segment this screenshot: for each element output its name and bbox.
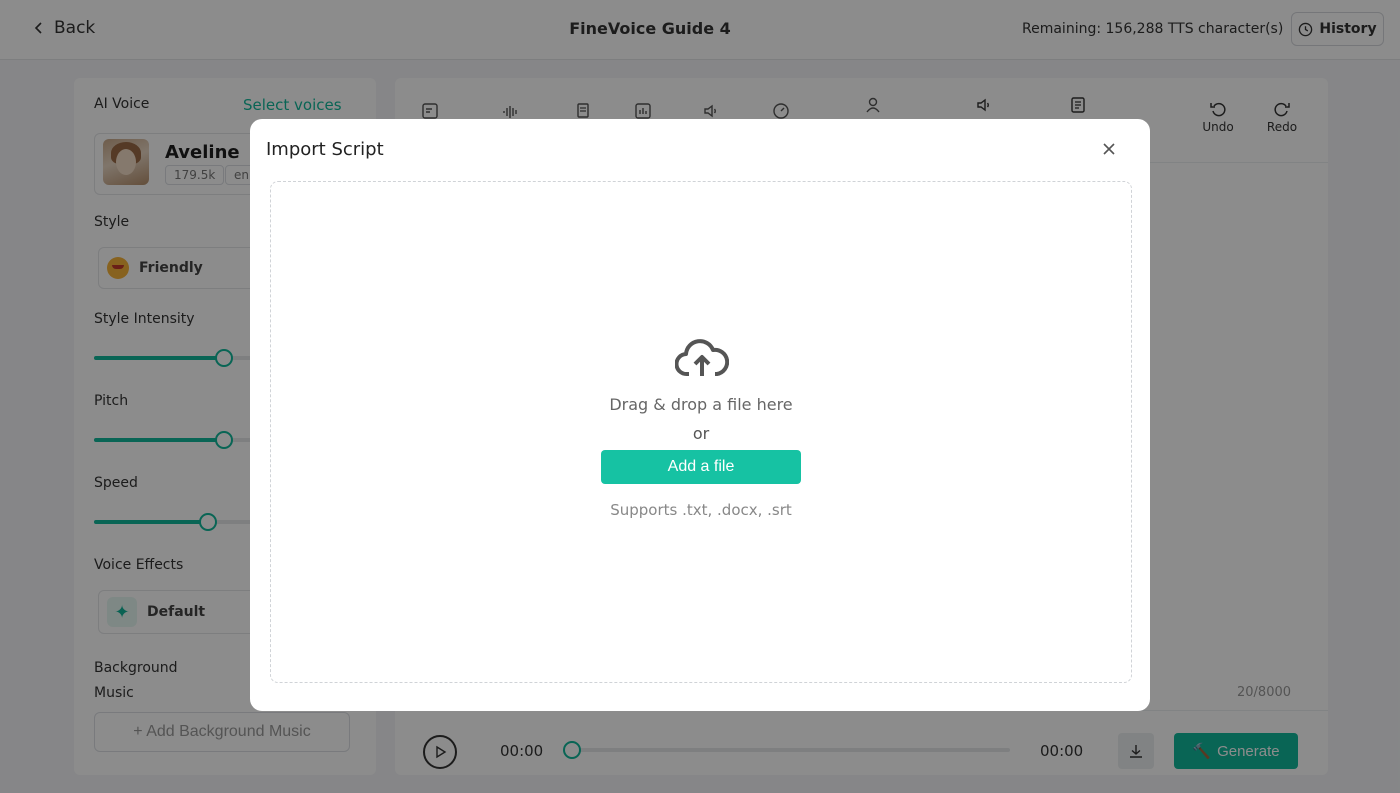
drag-drop-text: Drag & drop a file here [609, 395, 793, 414]
close-button[interactable] [1099, 139, 1119, 159]
or-text: or [692, 424, 710, 443]
file-dropzone[interactable]: Drag & drop a file here or Add a file Su… [270, 181, 1132, 683]
close-icon [1103, 143, 1115, 155]
supported-formats-text: Supports .txt, .docx, .srt [610, 501, 792, 519]
import-script-modal: Import Script Drag & drop a file here or… [250, 119, 1150, 711]
modal-title: Import Script [266, 139, 384, 160]
cloud-upload-icon [675, 339, 729, 376]
add-file-button[interactable]: Add a file [601, 450, 801, 484]
